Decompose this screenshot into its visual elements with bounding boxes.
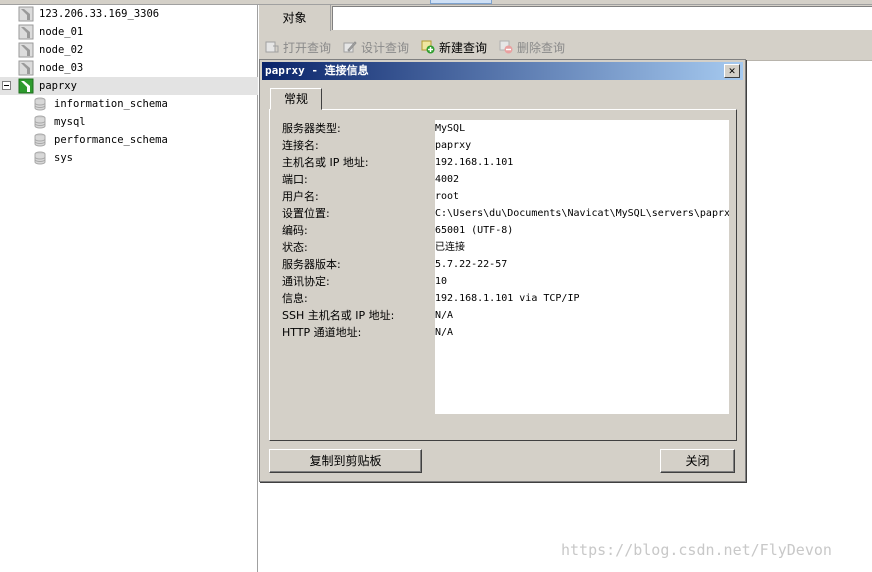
top-selection-marker [430, 0, 492, 4]
property-row: 通讯协定: 10 [282, 273, 728, 290]
nav-item-label: mysql [54, 116, 86, 128]
object-tab-bar: 对象 [259, 5, 872, 31]
property-row: 编码: 65001 (UTF-8) [282, 222, 728, 239]
open-query-label: 打开查询 [283, 40, 332, 55]
delete-query-icon [499, 40, 513, 54]
property-key: 用户名: [282, 190, 319, 203]
property-key: 设置位置: [282, 207, 330, 220]
property-row: 服务器类型: MySQL [282, 120, 728, 137]
connection-open-icon [18, 78, 34, 94]
nav-item-connection[interactable]: node_01 [0, 23, 258, 41]
nav-item-label: 123.206.33.169_3306 [39, 8, 160, 20]
nav-item-label: paprxy [39, 80, 77, 92]
property-key: 编码: [282, 224, 308, 237]
collapse-toggle[interactable] [2, 81, 11, 90]
new-query-button[interactable]: 新建查询 [421, 38, 487, 56]
nav-item-database[interactable]: sys [0, 149, 258, 167]
property-row: 服务器版本: 5.7.22-22-57 [282, 256, 728, 273]
property-row: 端口: 4002 [282, 171, 728, 188]
nav-item-label: information_schema [54, 98, 168, 110]
connection-icon [18, 24, 34, 40]
property-key: 服务器版本: [282, 258, 341, 271]
property-row: 主机名或 IP 地址: 192.168.1.101 [282, 154, 728, 171]
database-icon [34, 115, 46, 129]
object-toolbar: 打开查询 设计查询 新建查询 删除查询 [259, 31, 872, 61]
open-query-icon [265, 41, 279, 53]
delete-query-label: 删除查询 [517, 40, 566, 55]
property-value: paprxy [435, 140, 472, 151]
tab-bar-empty-area [332, 6, 872, 30]
database-icon [34, 133, 46, 147]
nav-item-label: node_02 [39, 44, 84, 56]
nav-item-database[interactable]: information_schema [0, 95, 258, 113]
open-query-button[interactable]: 打开查询 [265, 38, 331, 56]
property-key: 通讯协定: [282, 275, 330, 288]
property-value: root [435, 191, 460, 202]
nav-item-label: performance_schema [54, 134, 168, 146]
property-value: 5.7.22-22-57 [435, 259, 508, 270]
property-key: 连接名: [282, 139, 319, 152]
property-value: C:\Users\du\Documents\Navicat\MySQL\serv… [435, 208, 729, 219]
property-key: 端口: [282, 173, 308, 186]
design-query-button[interactable]: 设计查询 [343, 38, 409, 56]
property-row: 状态: 已连接 [282, 239, 728, 256]
watermark: https://blog.csdn.net/FlyDevon [561, 541, 832, 559]
nav-item-label: node_03 [39, 62, 84, 74]
property-row: SSH 主机名或 IP 地址: N/A [282, 307, 728, 324]
property-value: N/A [435, 327, 454, 338]
nav-item-database[interactable]: mysql [0, 113, 258, 131]
property-key: HTTP 通道地址: [282, 326, 362, 339]
property-value: 192.168.1.101 [435, 157, 514, 168]
connection-icon [18, 60, 34, 76]
connection-icon [18, 6, 34, 22]
nav-item-connection[interactable]: node_03 [0, 59, 258, 77]
design-query-icon [343, 41, 357, 53]
property-value: N/A [435, 310, 454, 321]
property-list: 服务器类型: MySQL 连接名: paprxy 主机名或 IP 地址: 192… [282, 120, 729, 414]
connection-icon [18, 42, 34, 58]
property-key: SSH 主机名或 IP 地址: [282, 309, 395, 322]
property-value: 4002 [435, 174, 460, 185]
delete-query-button[interactable]: 删除查询 [499, 38, 565, 56]
connection-navigator[interactable]: 123.206.33.169_3306 node_01 node_02 node… [0, 5, 258, 572]
nav-item-label: sys [54, 152, 73, 164]
property-value: 192.168.1.101 via TCP/IP [435, 293, 580, 304]
new-query-label: 新建查询 [439, 40, 488, 55]
property-value: 65001 (UTF-8) [435, 225, 514, 236]
close-icon[interactable]: ✕ [724, 64, 740, 78]
nav-item-connection-selected[interactable]: paprxy [0, 77, 258, 95]
property-key: 信息: [282, 292, 308, 305]
property-row: HTTP 通道地址: N/A [282, 324, 728, 341]
nav-item-connection[interactable]: 123.206.33.169_3306 [0, 5, 258, 23]
nav-item-connection[interactable]: node_02 [0, 41, 258, 59]
nav-item-database[interactable]: performance_schema [0, 131, 258, 149]
general-tab-panel: 服务器类型: MySQL 连接名: paprxy 主机名或 IP 地址: 192… [269, 109, 737, 441]
close-button[interactable]: 关闭 [660, 449, 735, 473]
connection-info-dialog: paprxy - 连接信息 ✕ 常规 服务器类型: MySQL 连接名: pap… [259, 59, 746, 482]
tab-objects[interactable]: 对象 [259, 5, 331, 31]
property-row: 信息: 192.168.1.101 via TCP/IP [282, 290, 728, 307]
database-icon [34, 151, 46, 165]
property-key: 状态: [282, 241, 308, 254]
nav-item-label: node_01 [39, 26, 84, 38]
property-value: 10 [435, 276, 448, 287]
property-row: 设置位置: C:\Users\du\Documents\Navicat\MySQ… [282, 205, 729, 222]
property-key: 主机名或 IP 地址: [282, 156, 369, 169]
dialog-titlebar[interactable]: paprxy - 连接信息 ✕ [262, 62, 743, 80]
new-query-icon [421, 40, 435, 54]
tab-general[interactable]: 常规 [270, 88, 322, 110]
property-value: MySQL [435, 123, 466, 134]
design-query-label: 设计查询 [361, 40, 410, 55]
database-icon [34, 97, 46, 111]
property-row: 连接名: paprxy [282, 137, 728, 154]
dialog-title: paprxy - 连接信息 [265, 64, 369, 77]
property-row: 用户名: root [282, 188, 728, 205]
copy-to-clipboard-button[interactable]: 复制到剪贴板 [269, 449, 422, 473]
property-key: 服务器类型: [282, 122, 341, 135]
property-value: 已连接 [435, 242, 465, 253]
